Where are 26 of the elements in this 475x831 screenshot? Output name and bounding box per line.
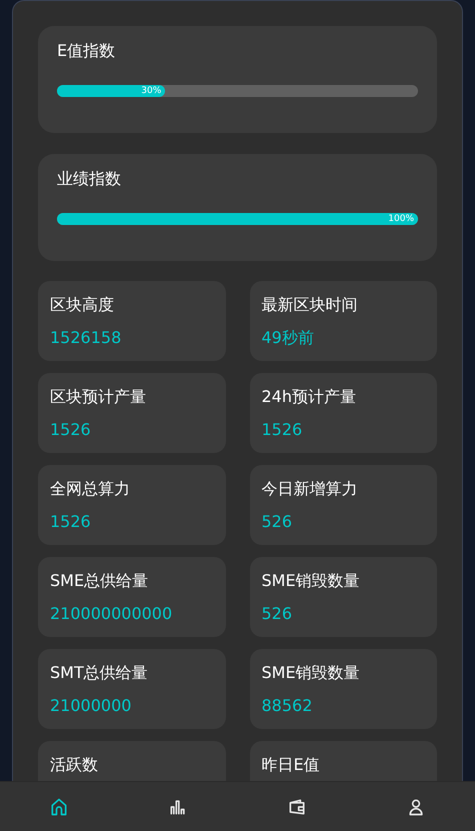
stat-label: 全网总算力 bbox=[50, 478, 131, 500]
index-title: 业绩指数 bbox=[57, 168, 122, 190]
stat-label: 24h预计产量 bbox=[262, 386, 357, 408]
stat-value: 1526 bbox=[50, 511, 92, 533]
stat-value: 210000000000 bbox=[50, 603, 174, 625]
stat-label: SME销毁数量 bbox=[262, 570, 361, 592]
stat-label: SMT总供给量 bbox=[50, 662, 149, 684]
stat-value: 1526158 bbox=[50, 327, 122, 349]
stat-label: 今日新增算力 bbox=[262, 478, 358, 500]
stat-label: 昨日E值 bbox=[262, 754, 321, 776]
stat-label: SME总供给量 bbox=[50, 570, 150, 592]
index-title: E值指数 bbox=[57, 40, 116, 62]
stat-label: SME销毁数量 bbox=[262, 662, 361, 684]
stat-label: 活跃数 bbox=[50, 754, 99, 776]
stat-label: 区块高度 bbox=[50, 294, 115, 316]
stat-value: 88562 bbox=[262, 695, 314, 717]
progress-reading: 30% bbox=[141, 85, 162, 97]
stat-value: 526 bbox=[262, 603, 294, 625]
stat-label: 区块预计产量 bbox=[50, 386, 147, 408]
stat-label: 最新区块时间 bbox=[262, 294, 358, 316]
stat-value: 526 bbox=[262, 511, 294, 533]
stat-value: 1526 bbox=[50, 419, 92, 441]
stat-value: 1526 bbox=[262, 419, 304, 441]
stat-value: 49秒前 bbox=[262, 327, 315, 349]
progress-reading: 100% bbox=[388, 213, 414, 225]
stat-value: 21000000 bbox=[50, 695, 132, 717]
